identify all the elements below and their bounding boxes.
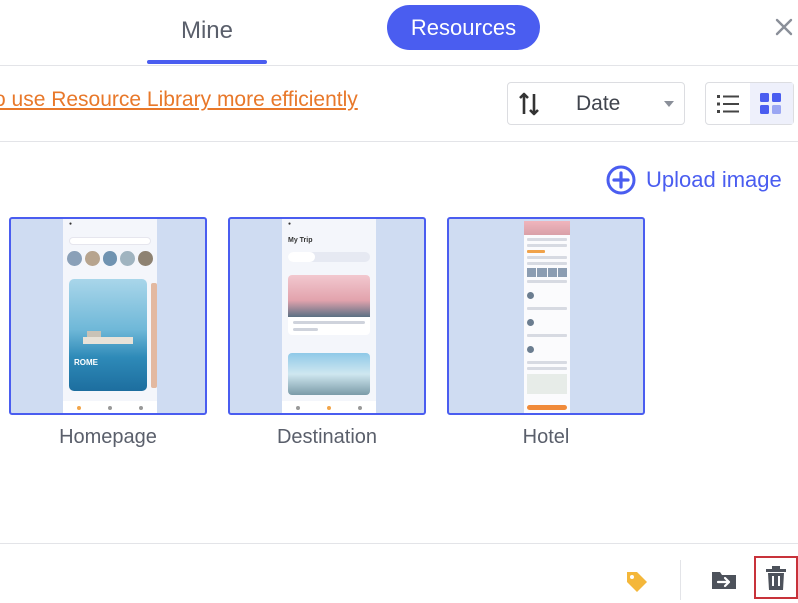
move-to-button[interactable] [707, 566, 741, 594]
tab-resources[interactable]: Resources [387, 5, 540, 50]
tab-mine-label: Mine [180, 17, 234, 44]
footer-divider [0, 543, 798, 544]
destination-thumbnail: ● My Trip [282, 219, 376, 413]
resource-card-hotel[interactable] [447, 217, 645, 415]
close-button[interactable] [770, 12, 798, 42]
resource-card-homepage[interactable]: ● ROME [9, 217, 207, 415]
list-view-button[interactable] [706, 83, 750, 124]
sort-label: Date [576, 91, 621, 115]
tag-button[interactable] [622, 567, 652, 595]
grid-view-icon [760, 92, 782, 114]
grid-view-button[interactable] [749, 83, 793, 124]
active-tab-underline [147, 60, 267, 64]
tag-icon [627, 572, 647, 592]
resource-card-destination[interactable]: ● My Trip [228, 217, 426, 415]
upload-image-button[interactable]: Upload image [606, 164, 782, 196]
hero-text: ROME [74, 358, 98, 367]
sort-select[interactable]: Date [507, 82, 685, 125]
card-label-homepage: Homepage [59, 426, 157, 448]
trash-icon [766, 565, 786, 590]
tab-mine[interactable]: Mine [147, 0, 267, 62]
homepage-thumbnail: ● ROME [63, 219, 157, 413]
mock-title: My Trip [288, 237, 313, 244]
card-label-hotel: Hotel [522, 426, 570, 448]
header-divider [0, 65, 798, 66]
list-view-icon [716, 94, 739, 113]
resource-library-tip-link[interactable]: o use Resource Library more efficiently [0, 88, 358, 112]
plus-circle-icon [606, 165, 636, 195]
hotel-thumbnail [524, 221, 570, 413]
upload-image-label: Upload image [646, 167, 782, 192]
close-icon [775, 18, 793, 36]
tab-resources-label: Resources [410, 14, 517, 40]
caret-down-icon [654, 100, 684, 108]
move-to-icon [712, 572, 736, 589]
sort-icon [508, 83, 550, 124]
delete-button[interactable] [754, 556, 798, 599]
toolbar-divider [0, 141, 798, 142]
view-toggle [705, 82, 794, 125]
card-label-destination: Destination [276, 426, 378, 448]
footer-separator [680, 560, 681, 600]
